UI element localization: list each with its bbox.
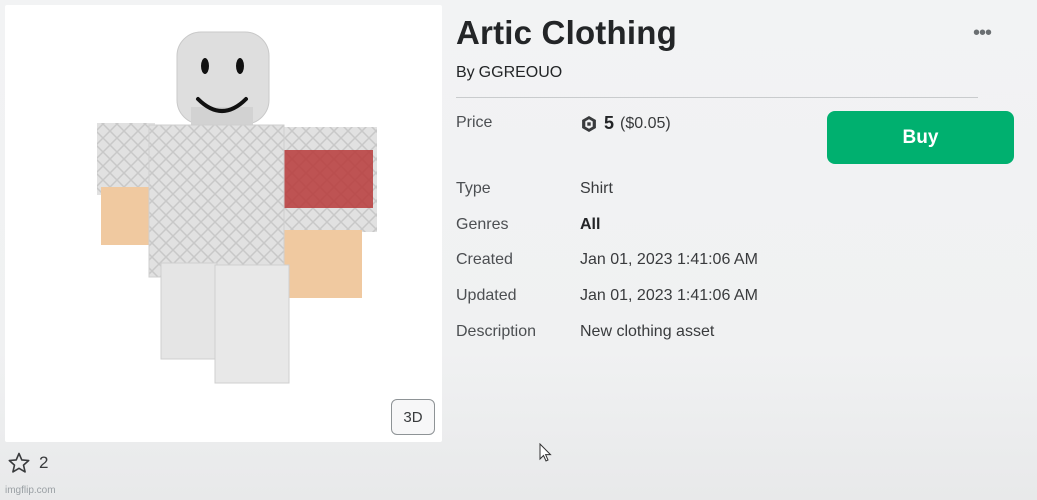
description-label: Description bbox=[456, 323, 537, 340]
more-options-icon[interactable]: ••• bbox=[973, 22, 992, 45]
type-value: Shirt bbox=[580, 180, 613, 197]
price-value: 5 ($0.05) bbox=[580, 113, 671, 134]
updated-value: Jan 01, 2023 1:41:06 AM bbox=[580, 287, 758, 304]
favorite-count: 2 bbox=[39, 453, 49, 472]
created-value: Jan 01, 2023 1:41:06 AM bbox=[580, 251, 758, 268]
created-label: Created bbox=[456, 251, 513, 268]
item-preview: 3D bbox=[5, 5, 442, 442]
favorite-control[interactable]: 2 bbox=[7, 451, 48, 475]
updated-label: Updated bbox=[456, 287, 517, 304]
creator-line: By GGREOUO bbox=[456, 64, 562, 82]
avatar-render bbox=[97, 31, 377, 384]
buy-button[interactable]: Buy bbox=[827, 111, 1014, 164]
by-label: By bbox=[456, 64, 475, 81]
price-label: Price bbox=[456, 114, 493, 131]
genres-label: Genres bbox=[456, 216, 509, 233]
divider bbox=[456, 97, 978, 98]
genres-value[interactable]: All bbox=[580, 216, 600, 234]
creator-link[interactable]: GGREOUO bbox=[479, 64, 563, 81]
type-label: Type bbox=[456, 180, 491, 197]
mouse-cursor-icon bbox=[539, 443, 552, 462]
item-title: Artic Clothing bbox=[456, 14, 677, 51]
watermark: imgflip.com bbox=[5, 485, 56, 496]
star-icon[interactable] bbox=[7, 451, 31, 475]
view-3d-button[interactable]: 3D bbox=[391, 399, 435, 435]
price-robux: 5 bbox=[604, 113, 615, 133]
robux-icon bbox=[582, 115, 596, 132]
price-usd: ($0.05) bbox=[620, 114, 671, 132]
description-value: New clothing asset bbox=[580, 323, 715, 340]
